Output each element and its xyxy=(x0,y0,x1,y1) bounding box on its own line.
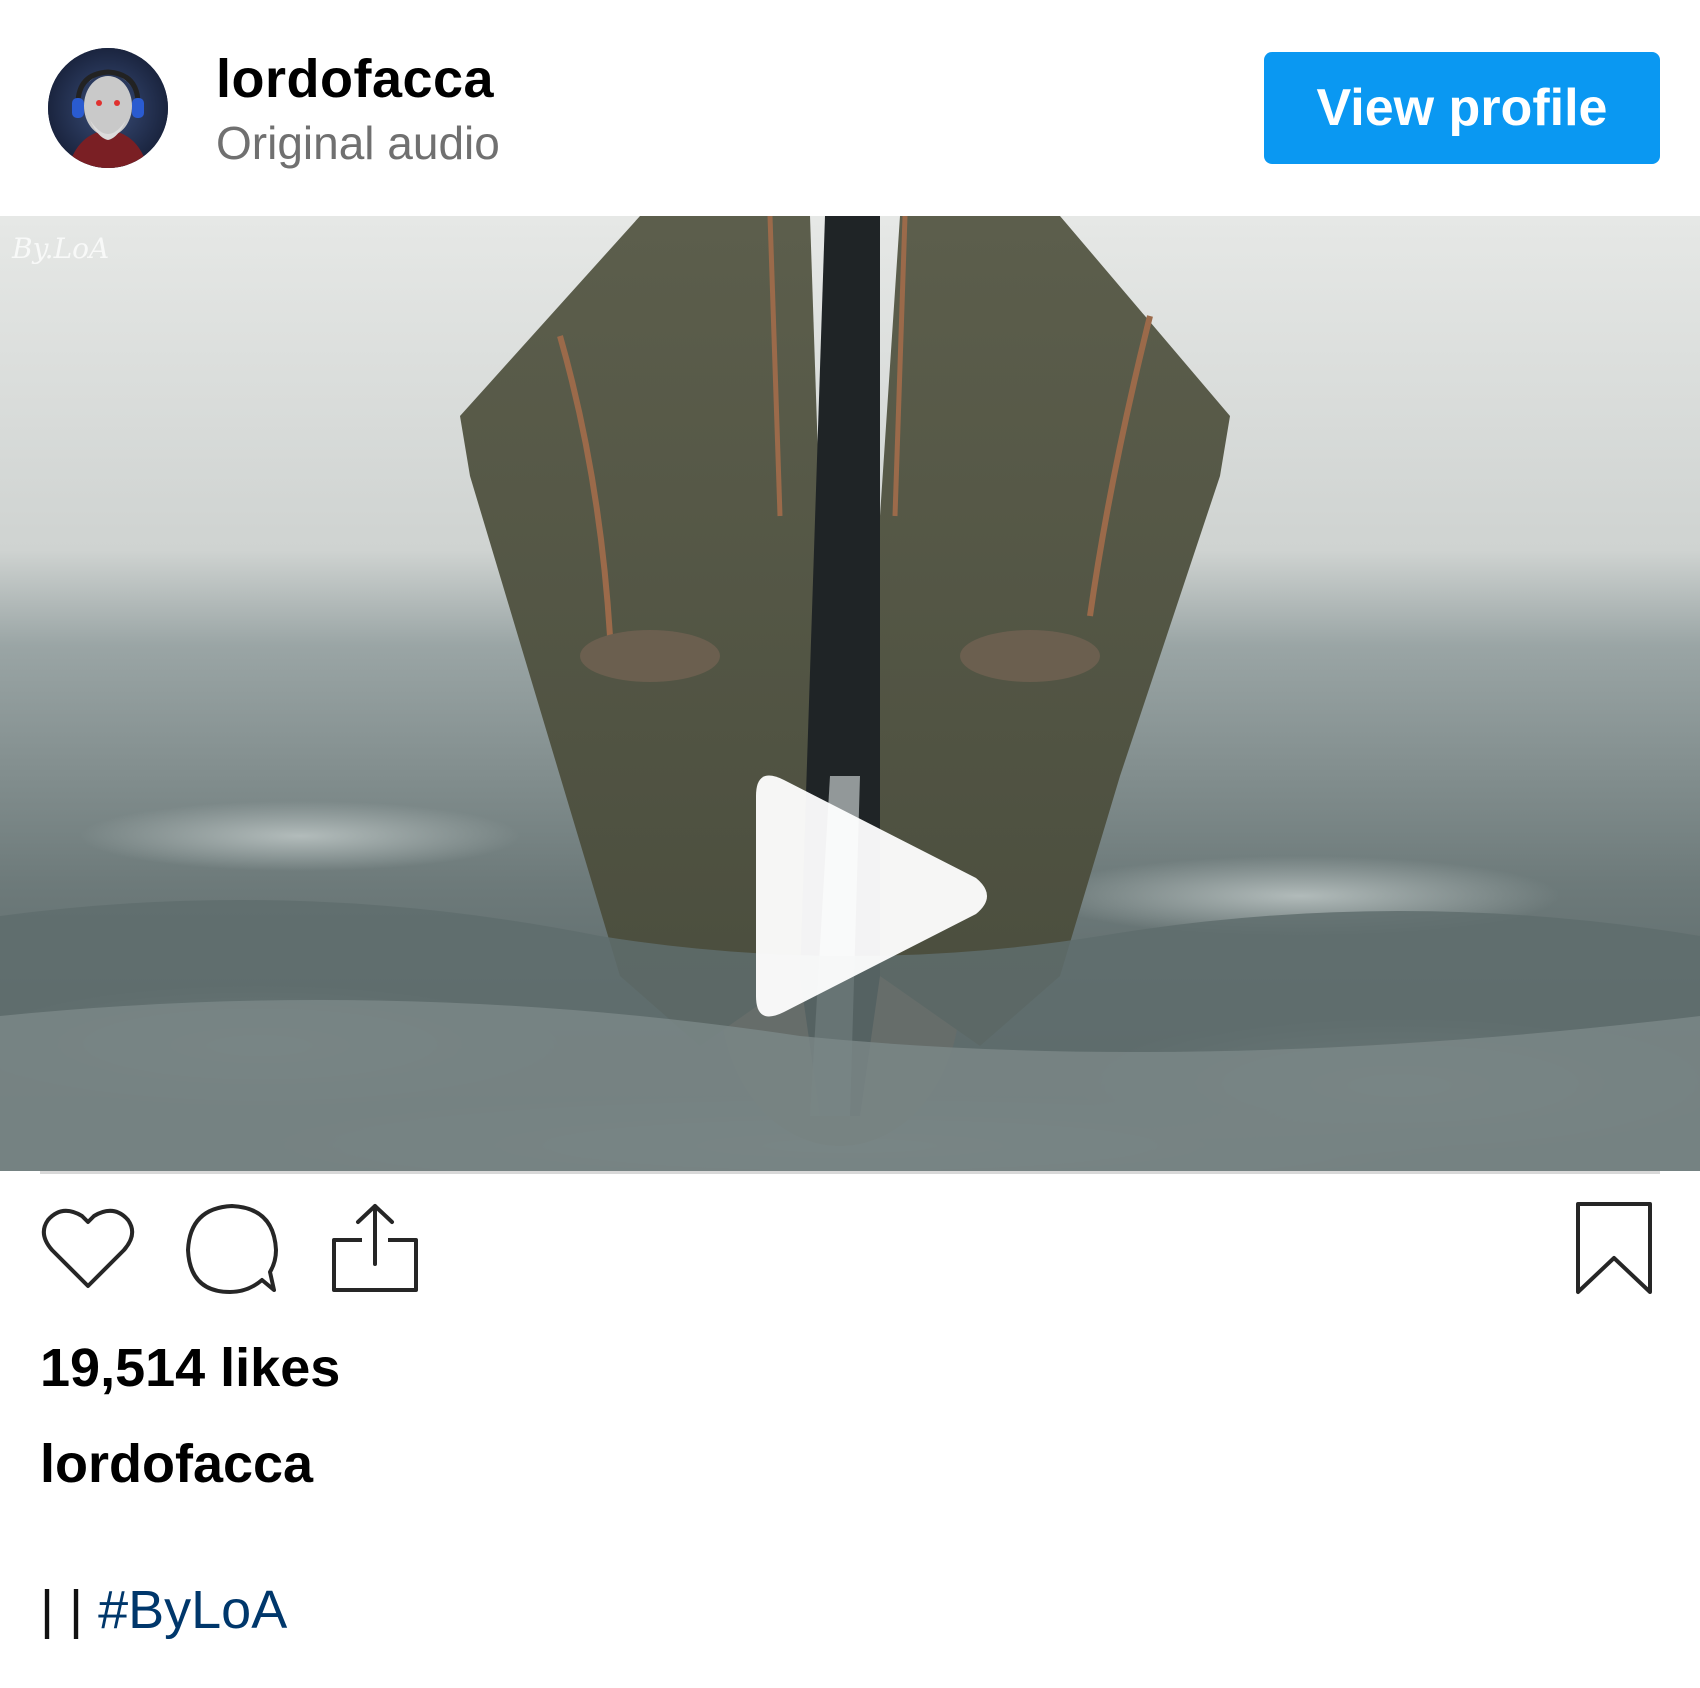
caption-text: | | #ByLoA xyxy=(40,1578,287,1642)
comment-icon[interactable] xyxy=(182,1200,282,1305)
avatar[interactable] xyxy=(48,48,168,168)
heart-icon[interactable] xyxy=(38,1200,138,1305)
bookmark-icon[interactable] xyxy=(1574,1200,1654,1305)
view-profile-button[interactable]: View profile xyxy=(1264,52,1660,164)
video-thumbnail xyxy=(0,216,1700,1171)
audio-label[interactable]: Original audio xyxy=(216,115,500,171)
like-count[interactable]: 19,514 likes xyxy=(40,1336,340,1400)
post-username[interactable]: lordofacca xyxy=(216,48,494,110)
post-header: lordofacca Original audio View profile xyxy=(0,0,1700,216)
play-icon[interactable] xyxy=(736,766,996,1026)
caption-username[interactable]: lordofacca xyxy=(40,1432,313,1496)
share-icon[interactable] xyxy=(328,1200,428,1305)
avatar-image xyxy=(48,48,168,168)
caption-separator: | | xyxy=(40,1580,84,1640)
action-bar xyxy=(0,1200,1700,1310)
media-divider xyxy=(40,1171,1660,1174)
watermark: By.LoA xyxy=(12,232,110,265)
hashtag-link[interactable]: #ByLoA xyxy=(98,1580,287,1640)
video-player[interactable]: By.LoA xyxy=(0,216,1700,1171)
